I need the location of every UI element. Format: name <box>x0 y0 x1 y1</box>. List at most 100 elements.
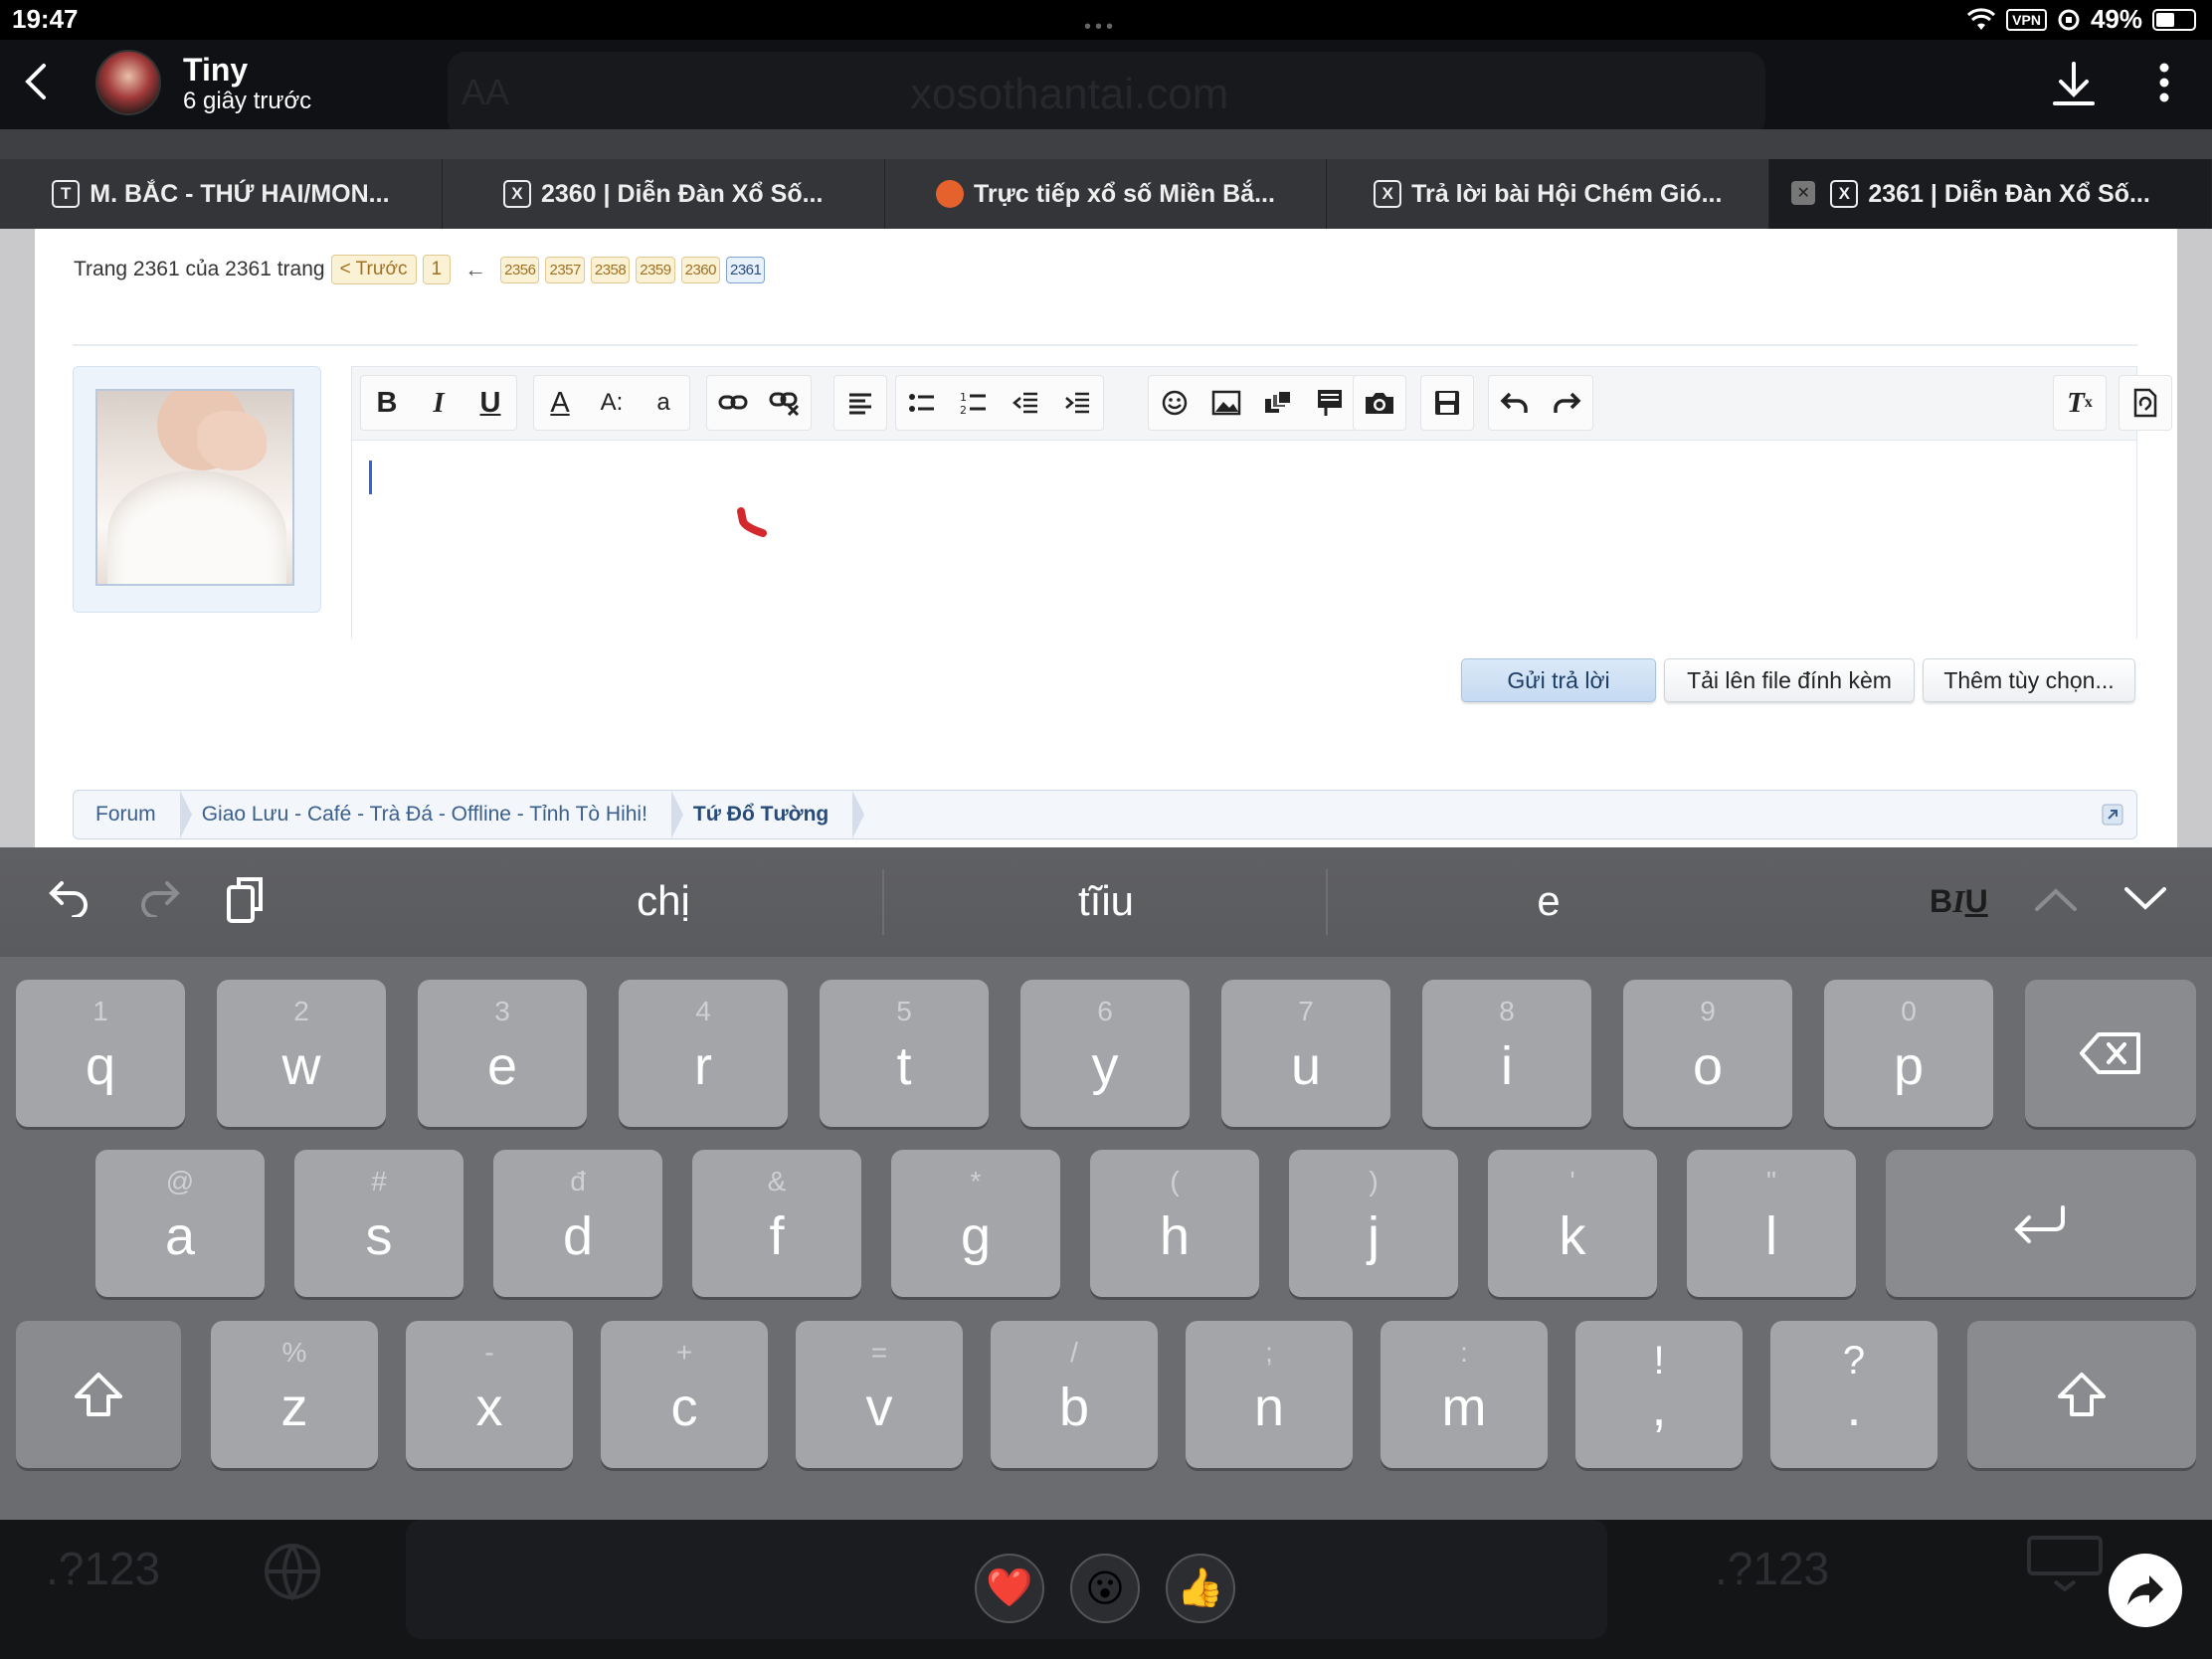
tab-reply[interactable]: X Trả lời bài Hội Chém Gió... <box>1327 159 1770 229</box>
toolbar-group-history <box>1488 375 1593 431</box>
pagination-label: Trang 2361 của 2361 trang <box>74 258 325 280</box>
reaction-laugh[interactable]: 😮 <box>1070 1554 1140 1623</box>
user-avatar[interactable] <box>95 50 161 115</box>
key-r[interactable]: 4r <box>619 980 788 1127</box>
more-options-icon[interactable] <box>2158 62 2170 103</box>
share-button[interactable] <box>2109 1554 2182 1627</box>
key-n[interactable]: ; n <box>1186 1321 1353 1468</box>
camera-icon[interactable] <box>1354 375 1405 431</box>
key-d[interactable]: đd <box>493 1150 662 1297</box>
tab-2361-active[interactable]: ✕ X 2361 | Diễn Đàn Xổ Số... <box>1769 159 2212 229</box>
align-left-icon[interactable] <box>834 375 886 431</box>
key-j[interactable]: ) j <box>1289 1150 1458 1297</box>
indent-icon[interactable] <box>1051 375 1103 431</box>
toggle-mode-icon[interactable] <box>2120 375 2171 431</box>
numbered-list-icon[interactable]: 12 <box>948 375 1000 431</box>
chevron-down-icon[interactable] <box>2122 885 2168 913</box>
suggestion-2[interactable]: tĩiu <box>887 877 1325 925</box>
clipboard-icon[interactable] <box>225 873 269 925</box>
underline-button[interactable]: U <box>464 375 516 431</box>
reply-editor: B I U A A: a 1 2 T x <box>351 366 2172 640</box>
font-size-button[interactable]: A: <box>586 375 638 431</box>
tab-2360[interactable]: X 2360 | Diễn Đàn Xổ Số... <box>443 159 885 229</box>
chevron-up-icon[interactable] <box>2033 885 2079 913</box>
quote-icon[interactable] <box>1304 375 1356 431</box>
pagination-page[interactable]: 2359 <box>636 256 675 283</box>
tab-close-icon[interactable]: ✕ <box>1791 181 1816 205</box>
reaction-heart[interactable]: ❤️ <box>975 1554 1044 1623</box>
format-biu-button[interactable]: BIU <box>1930 883 1988 920</box>
key-c[interactable]: + c <box>601 1321 768 1468</box>
more-options-button[interactable]: Thêm tùy chọn... <box>1923 658 2135 702</box>
outdent-icon[interactable] <box>1000 375 1051 431</box>
key-x[interactable]: -x <box>406 1321 573 1468</box>
story-user-name[interactable]: Tiny <box>183 52 248 89</box>
save-draft-icon[interactable] <box>1421 375 1473 431</box>
key-v[interactable]: = v <box>796 1321 963 1468</box>
key-s[interactable]: # s <box>294 1150 463 1297</box>
suggestion-3[interactable]: e <box>1330 877 1767 925</box>
shift-key-right[interactable] <box>1967 1321 2196 1468</box>
bullet-list-icon[interactable] <box>896 375 948 431</box>
suggestion-1[interactable]: chị <box>445 877 882 925</box>
key-o[interactable]: 9o <box>1623 980 1792 1127</box>
key-a[interactable]: @ a <box>95 1150 265 1297</box>
redo-icon[interactable] <box>1541 375 1592 431</box>
key-i[interactable]: 8i <box>1422 980 1591 1127</box>
backspace-key[interactable] <box>2025 980 2196 1127</box>
font-family-button[interactable]: a <box>638 375 689 431</box>
toolbar-group-link <box>706 375 812 431</box>
undo-icon[interactable] <box>1489 375 1541 431</box>
tab-xsmb[interactable]: T M. BẮC - THỨ HAI/MON... <box>0 159 443 229</box>
pagination-first[interactable]: 1 <box>422 255 452 284</box>
key-m[interactable]: :m <box>1381 1321 1548 1468</box>
keyboard-redo-icon[interactable] <box>137 877 181 917</box>
shift-key-left[interactable] <box>16 1321 181 1468</box>
reply-textarea[interactable] <box>352 441 2136 640</box>
media-icon[interactable] <box>1252 375 1304 431</box>
key-z[interactable]: % z <box>211 1321 378 1468</box>
key-period[interactable]: ?. <box>1770 1321 1937 1468</box>
key-b[interactable]: / b <box>991 1321 1158 1468</box>
key-e[interactable]: 3e <box>418 980 587 1127</box>
back-button[interactable] <box>24 62 48 101</box>
image-icon[interactable] <box>1200 375 1252 431</box>
key-q[interactable]: 1q <box>16 980 185 1127</box>
pagination-page[interactable]: 2357 <box>545 256 585 283</box>
reaction-thumbs-up[interactable]: 👍 <box>1166 1554 1235 1623</box>
key-t[interactable]: 5t <box>820 980 989 1127</box>
submit-reply-button[interactable]: Gửi trả lời <box>1461 658 1656 702</box>
pagination-prev[interactable]: < Trước <box>330 255 417 284</box>
smiley-icon[interactable] <box>1149 375 1200 431</box>
toolbar-group-style: B I U <box>360 375 517 431</box>
keyboard-undo-icon[interactable] <box>48 877 92 917</box>
external-link-icon[interactable] <box>2101 803 2124 827</box>
key-f[interactable]: & f <box>692 1150 861 1297</box>
pagination-page[interactable]: 2356 <box>500 256 540 283</box>
key-comma[interactable]: !, <box>1575 1321 1743 1468</box>
key-w[interactable]: 2w <box>217 980 386 1127</box>
pagination-page[interactable]: 2360 <box>680 256 720 283</box>
download-icon[interactable] <box>2051 60 2097 109</box>
font-color-button[interactable]: A <box>534 375 586 431</box>
unlink-icon[interactable] <box>759 375 811 431</box>
italic-button[interactable]: I <box>413 375 464 431</box>
key-l[interactable]: " l <box>1687 1150 1856 1297</box>
pagination-page[interactable]: 2358 <box>590 256 631 283</box>
upload-attachment-button[interactable]: Tải lên file đính kèm <box>1664 658 1915 702</box>
link-icon[interactable] <box>707 375 759 431</box>
breadcrumb-item[interactable]: Forum <box>74 791 192 838</box>
remove-format-icon[interactable]: Tx <box>2054 375 2106 431</box>
key-g[interactable]: * g <box>891 1150 1060 1297</box>
key-u[interactable]: 7u <box>1221 980 1390 1127</box>
bold-button[interactable]: B <box>361 375 413 431</box>
key-y[interactable]: 6y <box>1020 980 1190 1127</box>
key-k[interactable]: ' k <box>1488 1150 1657 1297</box>
breadcrumb-current[interactable]: Tứ Đổ Tường <box>671 791 865 838</box>
breadcrumb-item[interactable]: Giao Lưu - Café - Trà Đá - Offline - Tỉn… <box>180 791 684 838</box>
story-reply-bar: .?123 .?123 ❤️ 😮 👍 <box>0 1520 2212 1659</box>
key-h[interactable]: (h <box>1090 1150 1259 1297</box>
tab-live-results[interactable]: Trực tiếp xổ số Miền Bắ... <box>885 159 1328 229</box>
return-key[interactable] <box>1886 1150 2196 1297</box>
key-p[interactable]: 0p <box>1824 980 1993 1127</box>
